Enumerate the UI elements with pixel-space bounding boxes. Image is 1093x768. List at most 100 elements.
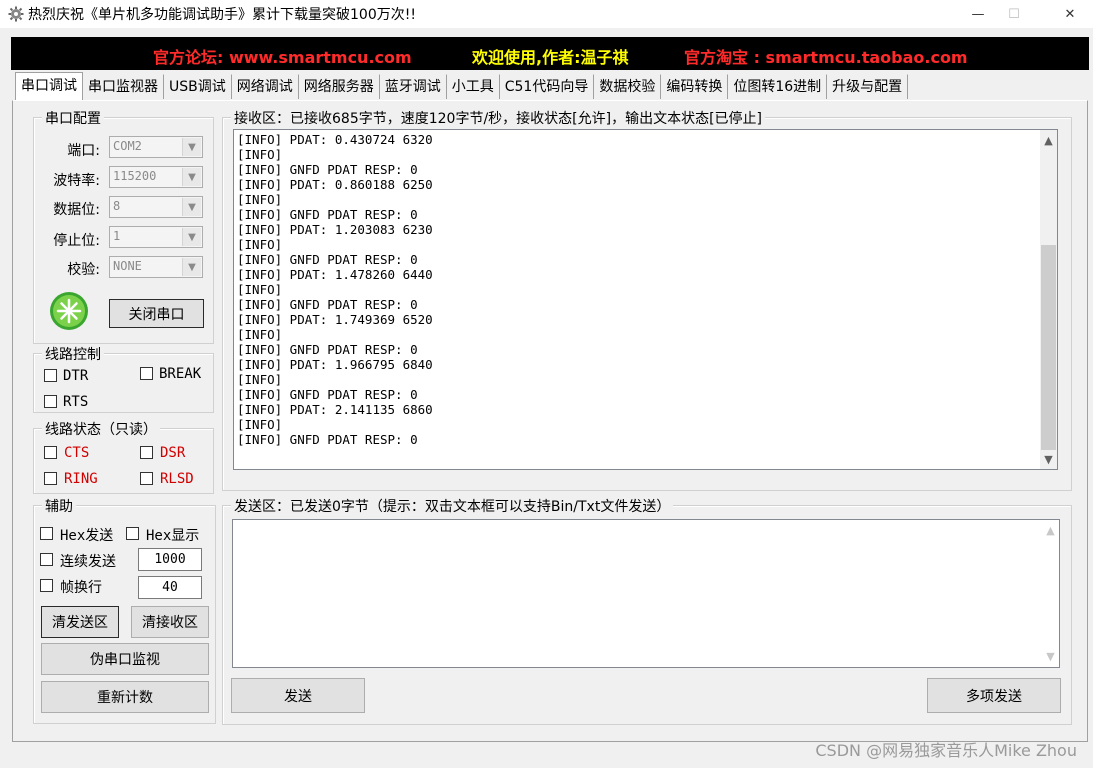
hex-show-checkbox[interactable]: [126, 527, 139, 540]
banner: 官方论坛: www.smartmcu.com 欢迎使用,作者:温子祺 官方淘宝 …: [11, 37, 1089, 70]
tab-checksum[interactable]: 数据校验: [594, 74, 662, 99]
chevron-down-icon: ▼: [182, 198, 201, 216]
serial-config-title: 串口配置: [42, 108, 104, 128]
send-button[interactable]: 发送: [231, 678, 365, 713]
receive-line: [INFO]: [237, 327, 283, 342]
line-status-title: 线路状态（只读）: [42, 419, 160, 439]
receive-line: [INFO] GNFD PDAT RESP: 0: [237, 297, 418, 312]
receive-line: [INFO] GNFD PDAT RESP: 0: [237, 342, 418, 357]
rts-checkbox[interactable]: [44, 395, 57, 408]
hex-send-label: Hex发送: [60, 528, 114, 544]
close-port-button[interactable]: 关闭串口: [109, 299, 204, 328]
tab-bluetooth-debug[interactable]: 蓝牙调试: [379, 74, 447, 99]
rts-label: RTS: [63, 394, 89, 410]
line-control-group: 线路控制: [33, 344, 214, 413]
frame-newline-checkbox[interactable]: [40, 579, 53, 592]
app-gear-icon: [8, 6, 24, 22]
tab-network-debug[interactable]: 网络调试: [231, 74, 299, 99]
frame-value-input[interactable]: 40: [138, 576, 202, 599]
aux-title: 辅助: [42, 496, 76, 516]
scroll-up-icon[interactable]: ▲: [1042, 522, 1059, 539]
rlsd-label: RLSD: [160, 471, 194, 487]
tab-encoding[interactable]: 编码转换: [661, 74, 729, 99]
receive-line: [INFO]: [237, 147, 283, 162]
scroll-thumb[interactable]: [1041, 245, 1056, 450]
parity-select[interactable]: NONE ▼: [109, 256, 203, 278]
baud-select[interactable]: 115200 ▼: [109, 166, 203, 188]
chevron-down-icon: ▼: [182, 228, 201, 246]
port-label: 端口:: [67, 143, 100, 159]
close-icon: ✕: [1064, 6, 1076, 22]
clear-send-button[interactable]: 清发送区: [41, 606, 119, 638]
parity-label: 校验:: [67, 262, 100, 278]
receive-scrollbar[interactable]: ▲ ▼: [1040, 130, 1057, 469]
tab-bitmap-hex[interactable]: 位图转16进制: [728, 74, 828, 99]
receive-line: [INFO] PDAT: 0.430724 6320: [237, 132, 433, 147]
title-bar: 热烈庆祝《单片机多功能调试助手》累计下载量突破100万次!! — ☐ ✕: [0, 0, 1093, 28]
receive-line: [INFO]: [237, 282, 283, 297]
port-select[interactable]: COM2 ▼: [109, 136, 203, 158]
tab-network-server[interactable]: 网络服务器: [298, 74, 380, 99]
stopbits-value: 1: [113, 229, 121, 243]
scroll-up-icon[interactable]: ▲: [1040, 132, 1057, 149]
line-control-title: 线路控制: [42, 344, 104, 364]
port-value: COM2: [113, 139, 142, 153]
continuous-send-label: 连续发送: [60, 554, 116, 570]
chevron-down-icon: ▼: [182, 258, 201, 276]
rlsd-checkbox: [140, 472, 153, 485]
receive-line: [INFO] GNFD PDAT RESP: 0: [237, 207, 418, 222]
receive-textarea[interactable]: [INFO] PDAT: 0.430724 6320 [INFO] [INFO] G…: [233, 129, 1058, 470]
stopbits-label: 停止位:: [53, 233, 100, 249]
receive-line: [INFO] GNFD PDAT RESP: 0: [237, 387, 418, 402]
tab-tools[interactable]: 小工具: [446, 74, 500, 99]
tab-serial-monitor[interactable]: 串口监视器: [83, 74, 164, 99]
banner-shop-link[interactable]: 官方淘宝 : smartmcu.taobao.com: [684, 44, 968, 68]
databits-label: 数据位:: [53, 202, 100, 218]
databits-value: 8: [113, 199, 121, 213]
ring-checkbox: [44, 472, 57, 485]
maximize-button[interactable]: ☐: [991, 0, 1037, 28]
hex-show-label: Hex显示: [146, 528, 200, 544]
recount-button[interactable]: 重新计数: [41, 681, 209, 713]
window-title: 热烈庆祝《单片机多功能调试助手》累计下载量突破100万次!!: [28, 7, 416, 23]
dtr-label: DTR: [63, 368, 89, 384]
chevron-down-icon: ▼: [182, 168, 201, 186]
clear-recv-button[interactable]: 清接收区: [131, 606, 209, 638]
scroll-down-icon[interactable]: ▼: [1040, 451, 1057, 468]
interval-input[interactable]: 1000: [138, 548, 202, 571]
parity-value: NONE: [113, 259, 142, 273]
ring-label: RING: [64, 471, 98, 487]
receive-line: [INFO] GNFD PDAT RESP: 0: [237, 162, 418, 177]
chevron-down-icon: ▼: [182, 138, 201, 156]
dsr-checkbox: [140, 446, 153, 459]
receive-line: [INFO]: [237, 192, 283, 207]
watermark: CSDN @网易独家音乐人Mike Zhou: [815, 741, 1077, 760]
green-led-icon: [49, 291, 89, 331]
hex-send-checkbox[interactable]: [40, 527, 53, 540]
receive-line: [INFO] PDAT: 1.749369 6520: [237, 312, 433, 327]
pseudo-monitor-button[interactable]: 伪串口监视: [41, 643, 209, 675]
receive-text: [INFO] PDAT: 0.430724 6320 [INFO] [INFO] G…: [237, 132, 433, 447]
tab-bar: 串口调试 串口监视器 USB调试 网络调试 网络服务器 蓝牙调试 小工具 C51…: [15, 72, 909, 100]
send-textarea[interactable]: ▲ ▼: [232, 519, 1060, 668]
stopbits-select[interactable]: 1 ▼: [109, 226, 203, 248]
dtr-checkbox[interactable]: [44, 369, 57, 382]
tab-usb-debug[interactable]: USB调试: [164, 74, 232, 99]
tab-serial-debug[interactable]: 串口调试: [15, 72, 83, 100]
break-checkbox[interactable]: [140, 367, 153, 380]
minimize-icon: —: [971, 6, 985, 22]
receive-line: [INFO] GNFD PDAT RESP: 0: [237, 252, 418, 267]
continuous-send-checkbox[interactable]: [40, 553, 53, 566]
receive-line: [INFO] PDAT: 2.141135 6860: [237, 402, 433, 417]
banner-forum-link[interactable]: 官方论坛: www.smartmcu.com: [153, 44, 412, 68]
close-window-button[interactable]: ✕: [1047, 0, 1093, 28]
multi-send-button[interactable]: 多项发送: [927, 678, 1061, 713]
cts-label: CTS: [64, 445, 90, 461]
baud-value: 115200: [113, 169, 157, 183]
tab-c51-wizard[interactable]: C51代码向导: [499, 74, 595, 99]
databits-select[interactable]: 8 ▼: [109, 196, 203, 218]
send-scrollbar[interactable]: ▲ ▼: [1042, 520, 1059, 667]
tab-upgrade-config[interactable]: 升级与配置: [827, 74, 909, 99]
scroll-down-icon[interactable]: ▼: [1042, 648, 1059, 665]
receive-line: [INFO]: [237, 372, 283, 387]
